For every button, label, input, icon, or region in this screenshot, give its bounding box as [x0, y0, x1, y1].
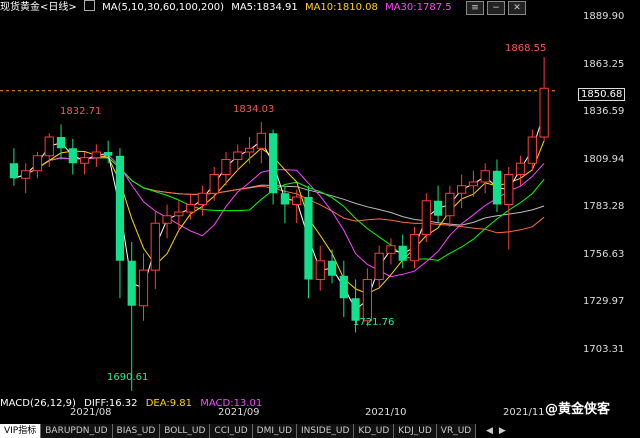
- ma5-value: MA5:1834.91: [231, 2, 298, 13]
- candle-body: [374, 252, 384, 280]
- candle-body: [304, 197, 313, 280]
- date-label: 2021/08: [70, 407, 112, 418]
- candle-body: [138, 269, 149, 307]
- candle-body: [44, 136, 54, 157]
- price-tick-label: 1836.59: [583, 106, 625, 117]
- price-tick-label: 1729.97: [583, 296, 625, 307]
- tab-vip[interactable]: VIP指标: [0, 424, 42, 438]
- ma-checkbox[interactable]: [83, 0, 95, 11]
- price-tick-label: 1756.63: [583, 249, 625, 260]
- candle-body: [280, 193, 290, 205]
- tab-boll[interactable]: BOLL_UD: [160, 424, 211, 438]
- candle-body: [268, 133, 278, 194]
- ma-label: MA(5,10,30,60,100,200): [102, 2, 225, 13]
- price-tick-label: 1809.94: [583, 154, 625, 165]
- candle-body: [9, 163, 19, 179]
- tab-dmi[interactable]: DMI_UD: [252, 424, 298, 438]
- low-label-2: 1721.76: [353, 317, 395, 328]
- ma10-value: MA10:1810.08: [304, 2, 378, 13]
- candle-body: [32, 155, 43, 172]
- date-label: 2021/09: [218, 407, 260, 418]
- candle-body: [386, 245, 396, 254]
- candle-body: [292, 196, 302, 205]
- date-label: 2021/10: [365, 407, 407, 418]
- low-label-1: 1690.61: [107, 372, 149, 383]
- candle-body: [244, 147, 255, 153]
- candle-body: [421, 200, 431, 235]
- candle-body: [79, 157, 90, 164]
- candle-body: [409, 234, 420, 262]
- tab-kdj[interactable]: KDJ_UD: [394, 424, 437, 438]
- high-label-2: 1834.03: [233, 104, 275, 115]
- candle-body: [362, 279, 372, 322]
- candle-body: [104, 152, 113, 156]
- tab-scroll: ◀ ▶: [486, 424, 506, 438]
- candle-body: [150, 222, 160, 271]
- candle-body: [492, 170, 502, 205]
- ma30-value: MA30:1787.5: [385, 2, 452, 13]
- candle-body: [539, 87, 549, 138]
- tab-vr[interactable]: VR_UD: [436, 424, 477, 438]
- candle-body: [339, 275, 348, 299]
- candle-body: [256, 132, 266, 149]
- candle-body: [468, 181, 479, 187]
- candle-body: [480, 170, 490, 183]
- indicator-tabs: VIP指标 BARUPDN_UD BIAS_UD BOLL_UD CCI_UD …: [0, 424, 520, 438]
- candle-body: [527, 136, 537, 164]
- candle-body: [91, 151, 101, 159]
- macd-label: MACD(26,12,9): [0, 398, 76, 409]
- macd-dea: DEA:9.81: [145, 398, 193, 409]
- candle-body: [221, 159, 231, 175]
- date-label: 2021/11: [503, 407, 545, 418]
- ma5-line: [13, 112, 545, 311]
- ma10-line: [13, 140, 545, 295]
- tab-barupdn[interactable]: BARUPDN_UD: [41, 424, 113, 438]
- close-icon[interactable]: ✕: [508, 1, 526, 15]
- candle-body: [504, 174, 514, 205]
- price-tick-label: 1783.28: [583, 201, 625, 212]
- ma60-line: [13, 157, 545, 261]
- candle-body: [186, 204, 196, 213]
- scroll-right-icon[interactable]: ▶: [499, 424, 506, 438]
- price-tick-label: 1703.31: [583, 344, 625, 355]
- price-tick-label: 1889.90: [583, 11, 625, 22]
- candle-body: [127, 260, 136, 306]
- chart-window-buttons: ≡ − ✕: [466, 1, 526, 15]
- tab-cci[interactable]: CCI_UD: [210, 424, 253, 438]
- candle-body: [209, 174, 219, 194]
- watermark: @黄金侠客: [545, 402, 611, 417]
- current-price-label: 1850.68: [578, 88, 626, 101]
- candle-body: [56, 137, 66, 149]
- candle-body: [315, 260, 325, 280]
- candle-body: [398, 245, 407, 261]
- candle-body: [162, 215, 172, 224]
- scroll-left-icon[interactable]: ◀: [486, 424, 493, 438]
- candle-body: [327, 260, 337, 276]
- candle-body: [68, 148, 77, 164]
- ma30-line: [13, 154, 545, 278]
- candle-body: [233, 151, 243, 160]
- price-axis: 1889.90 1863.25 1836.59 1809.94 1783.28 1756.…: [556, 0, 640, 408]
- candle-body: [174, 211, 184, 217]
- candle-body: [21, 170, 31, 179]
- menu-icon[interactable]: ≡: [466, 1, 484, 15]
- candle-body: [115, 155, 125, 261]
- candle-body: [515, 162, 526, 175]
- high-label-1: 1832.71: [60, 106, 102, 117]
- candle-body: [445, 192, 455, 217]
- candle-body: [197, 192, 208, 205]
- minimize-icon[interactable]: −: [487, 1, 505, 15]
- tab-inside[interactable]: INSIDE_UD: [297, 424, 355, 438]
- price-tick-label: 1863.25: [583, 59, 625, 70]
- candle-body: [433, 200, 443, 216]
- instrument-label[interactable]: 现货黄金<日线>: [0, 1, 77, 15]
- candle-body: [457, 185, 467, 194]
- candlestick-chart[interactable]: [0, 0, 556, 408]
- high-label-3: 1868.55: [505, 43, 547, 54]
- tab-bias[interactable]: BIAS_UD: [112, 424, 161, 438]
- tab-kd[interactable]: KD_UD: [354, 424, 395, 438]
